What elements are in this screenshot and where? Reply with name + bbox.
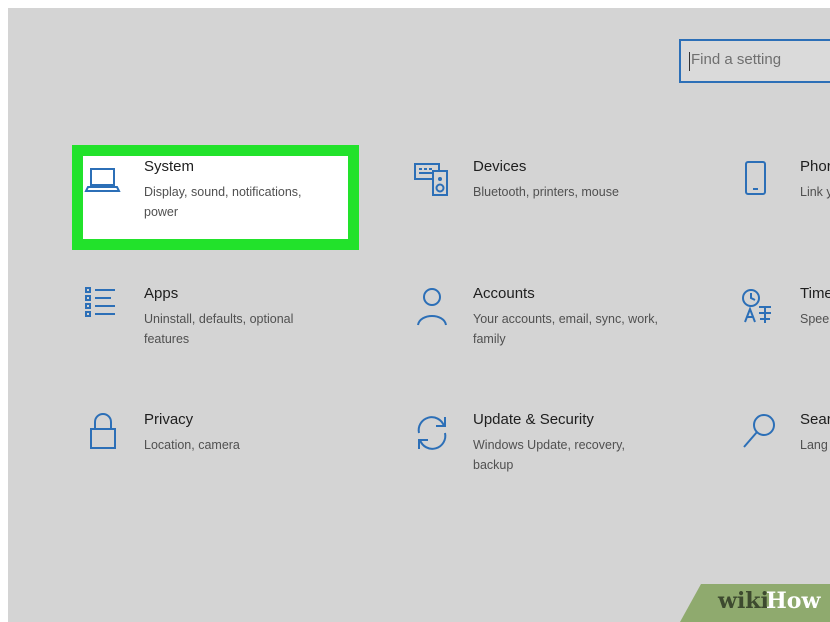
tile-devices[interactable]: Devices Bluetooth, printers, mouse — [411, 158, 671, 238]
tile-description: Uninstall, defaults, optional features — [144, 312, 294, 346]
apps-list-icon — [82, 285, 126, 329]
tile-update-security[interactable]: Update & Security Windows Update, recove… — [411, 411, 671, 491]
tile-description: Display, sound, notifications, power — [144, 185, 302, 219]
tile-apps[interactable]: Apps Uninstall, defaults, optional featu… — [82, 285, 342, 365]
lock-icon — [82, 411, 126, 455]
tile-description: Spee — [800, 312, 830, 326]
tile-title: Accounts — [473, 285, 535, 302]
watermark-how: How — [766, 588, 821, 614]
tile-search[interactable]: Sear Lang — [738, 411, 830, 491]
sync-arrows-icon — [411, 411, 455, 455]
settings-window: Find a setting System Display, sound, no… — [8, 8, 830, 622]
tile-description: Windows Update, recovery, backup — [473, 438, 625, 472]
wikihow-watermark: wiki How — [680, 584, 830, 622]
keyboard-speaker-icon — [411, 158, 455, 202]
tile-description: Link y — [800, 185, 830, 199]
tile-time-language[interactable]: Time Spee — [738, 285, 830, 365]
tile-title: Time — [800, 285, 830, 302]
tile-system[interactable]: System Display, sound, notifications, po… — [82, 158, 342, 238]
tile-title: Apps — [144, 285, 179, 302]
phone-icon — [738, 158, 782, 202]
tile-title: Phor — [800, 158, 830, 175]
tile-description: Your accounts, email, sync, work, family — [473, 312, 659, 346]
tile-privacy[interactable]: Privacy Location, camera — [82, 411, 342, 491]
tile-title: Privacy — [144, 411, 194, 428]
time-language-icon — [738, 285, 782, 329]
tile-accounts[interactable]: Accounts Your accounts, email, sync, wor… — [411, 285, 671, 365]
tile-title: System — [144, 158, 195, 175]
tile-description: Lang — [800, 438, 828, 452]
laptop-icon — [82, 158, 126, 202]
tile-title: Update & Security — [473, 411, 594, 428]
search-icon — [738, 411, 782, 455]
tile-description: Bluetooth, printers, mouse — [473, 185, 619, 199]
person-icon — [411, 285, 455, 329]
watermark-wiki: wiki — [718, 588, 769, 614]
tile-phone[interactable]: Phor Link y — [738, 158, 830, 238]
tile-title: Sear — [800, 411, 830, 428]
search-input[interactable]: Find a setting — [679, 39, 830, 83]
tile-title: Devices — [473, 158, 527, 175]
search-placeholder: Find a setting — [688, 51, 782, 71]
tile-description: Location, camera — [144, 438, 240, 452]
